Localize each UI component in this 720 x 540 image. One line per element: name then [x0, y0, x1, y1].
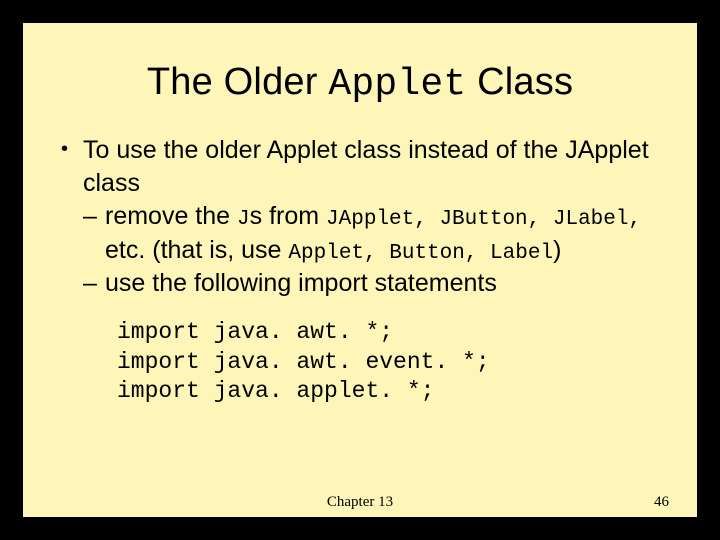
title-post: Class — [466, 61, 573, 103]
import-block: import java. awt. *; import java. awt. e… — [117, 318, 677, 406]
slide-title: The Older Applet Class — [23, 61, 697, 106]
bullet-1: • To use the older Applet class instead … — [61, 134, 677, 200]
sub1-a: remove the — [105, 202, 237, 230]
bullet-dot-icon: • — [61, 134, 83, 165]
page-number: 46 — [654, 494, 669, 511]
dash-icon: – — [83, 200, 105, 233]
title-code: Applet — [328, 63, 466, 106]
bullet-1-text: To use the older Applet class instead of… — [83, 134, 677, 200]
sub1-d: ) — [553, 236, 561, 264]
import-line-3: import java. applet. *; — [117, 377, 677, 406]
content: • To use the older Applet class instead … — [23, 134, 697, 407]
sub1-c: etc. (that is, use — [105, 236, 288, 264]
subbullet-1: – remove the Js from JApplet, JButton, J… — [83, 200, 677, 267]
title-pre: The Older — [147, 61, 329, 103]
import-line-2: import java. awt. event. *; — [117, 348, 677, 377]
slide: The Older Applet Class • To use the olde… — [23, 23, 697, 517]
subbullet-2: – use the following import statements — [83, 267, 677, 300]
sub1-list2: Applet, Button, Label — [288, 242, 553, 265]
subbullet-2-text: use the following import statements — [105, 267, 497, 300]
sub1-list1: JApplet, JButton, JLabel, — [326, 208, 641, 231]
chapter-label: Chapter 13 — [23, 494, 697, 511]
sub1-b: s from — [250, 202, 326, 230]
subbullet-1-text: remove the Js from JApplet, JButton, JLa… — [105, 200, 677, 267]
import-line-1: import java. awt. *; — [117, 318, 677, 347]
sub1-j: J — [237, 208, 250, 231]
dash-icon-2: – — [83, 267, 105, 300]
